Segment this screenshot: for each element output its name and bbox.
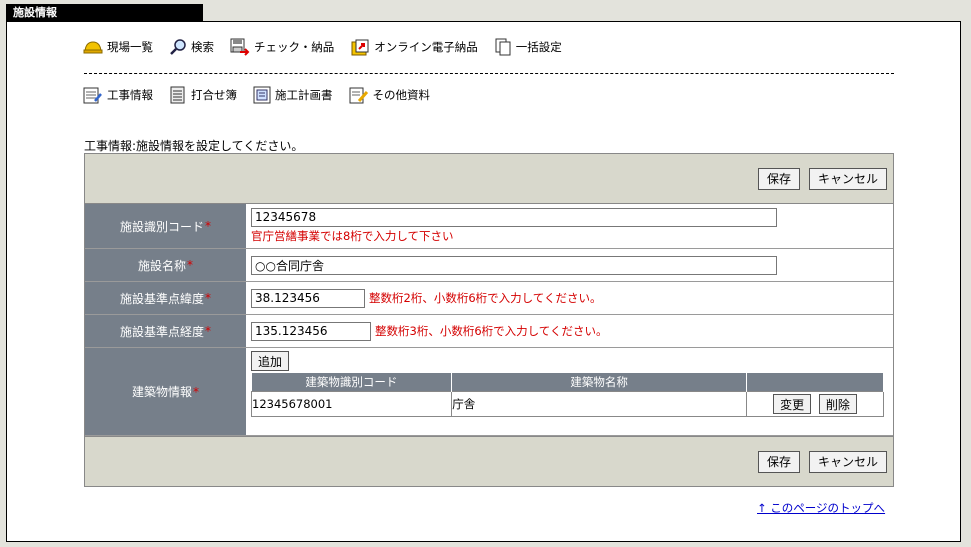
nav-label: 一括設定 — [515, 40, 562, 54]
table-row: 12345678001 庁舎 変更 削除 — [250, 391, 885, 417]
field-label: 施設基準点緯度 * — [85, 282, 246, 314]
buildings-table-header: 建築物識別コード 建築物名称 — [251, 373, 885, 392]
facility-code-input[interactable] — [251, 207, 777, 227]
nav-label: チェック・納品 — [254, 40, 335, 54]
secondary-nav: 工事情報 打合せ簿 施工計画書 その他資料 — [83, 86, 446, 104]
disk-check-icon — [230, 38, 250, 56]
col-building-code: 建築物識別コード — [251, 373, 453, 392]
required-mark: * — [187, 258, 193, 272]
edit-button[interactable]: 変更 — [773, 394, 812, 414]
construction-plan-icon — [253, 86, 271, 104]
nav-construction-plan[interactable]: 施工計画書 — [253, 86, 333, 104]
nav-bulk-settings[interactable]: 一括設定 — [494, 38, 562, 56]
hardhat-icon — [83, 41, 103, 54]
nav-meeting-record[interactable]: 打合せ簿 — [169, 86, 237, 104]
page-top-link[interactable]: ↑ このページのトップへ — [757, 500, 885, 516]
nav-label: 工事情報 — [107, 88, 153, 102]
save-button[interactable]: 保存 — [757, 450, 800, 473]
nav-label: 施工計画書 — [275, 88, 333, 102]
copy-document-icon — [495, 38, 511, 56]
required-mark: * — [205, 219, 211, 233]
nav-other-documents[interactable]: その他資料 — [349, 86, 431, 104]
nav-label: 打合せ簿 — [191, 88, 237, 102]
other-documents-icon — [349, 87, 368, 104]
nav-label: その他資料 — [372, 88, 431, 102]
field-label: 施設基準点経度 * — [85, 315, 246, 347]
nav-label: 検索 — [191, 40, 214, 54]
facility-code-hint: 官庁営繕事業では8桁で入力して下さい — [251, 228, 454, 243]
save-button[interactable]: 保存 — [757, 167, 800, 190]
longitude-hint: 整数桁3桁、小数桁6桁で入力してください。 — [375, 324, 608, 338]
required-mark: * — [205, 291, 211, 305]
nav-label: オンライン電子納品 — [374, 40, 478, 54]
field-label: 建築物情報 * — [85, 348, 246, 435]
facility-name-input[interactable] — [251, 255, 777, 275]
required-mark: * — [193, 384, 199, 399]
field-label: 施設識別コード * — [85, 204, 246, 248]
content-panel: 現場一覧 検索 チェック・納品 オンライン電子納品 一括設定 工事情報 打合せ簿 — [6, 21, 961, 542]
meeting-record-icon — [170, 86, 185, 104]
row-buildings: 建築物情報 * 追加 建築物識別コード 建築物名称 12345678001 庁舎… — [85, 348, 893, 436]
nav-online-delivery[interactable]: オンライン電子納品 — [350, 38, 478, 56]
primary-nav: 現場一覧 検索 チェック・納品 オンライン電子納品 一括設定 — [83, 38, 578, 56]
row-longitude: 施設基準点経度* 整数桁3桁、小数桁6桁で入力してください。 — [85, 315, 893, 348]
instruction-text: 工事情報:施設情報を設定してください。 — [84, 139, 304, 153]
latitude-input[interactable] — [251, 288, 365, 308]
nav-search[interactable]: 検索 — [169, 38, 214, 56]
col-building-name: 建築物名称 — [451, 373, 747, 392]
magnifier-icon — [170, 39, 186, 55]
top-button-bar: 保存 キャンセル — [85, 154, 893, 204]
facility-form: 保存 キャンセル 施設識別コード* 官庁営繕事業では8桁で入力して下さい 施設名… — [84, 153, 894, 487]
nav-divider — [84, 73, 894, 74]
row-facility-code: 施設識別コード* 官庁営繕事業では8桁で入力して下さい — [85, 204, 893, 249]
nav-check-delivery[interactable]: チェック・納品 — [230, 38, 334, 56]
col-actions — [746, 373, 885, 392]
row-facility-name: 施設名称 * — [85, 249, 893, 282]
nav-label: 現場一覧 — [107, 40, 153, 54]
nav-site-list[interactable]: 現場一覧 — [83, 39, 153, 55]
building-code-cell: 12345678001 — [250, 391, 453, 417]
delete-button[interactable]: 削除 — [818, 394, 857, 414]
bottom-button-bar: 保存 キャンセル — [85, 436, 893, 486]
longitude-input[interactable] — [251, 321, 371, 341]
field-label: 施設名称 * — [85, 249, 246, 281]
building-name-cell: 庁舎 — [451, 391, 747, 417]
cancel-button[interactable]: キャンセル — [808, 450, 887, 473]
construction-info-icon — [83, 87, 102, 104]
online-delivery-icon — [351, 39, 369, 56]
nav-construction-info[interactable]: 工事情報 — [83, 86, 153, 104]
section-tab-title: 施設情報 — [6, 4, 203, 21]
add-building-button[interactable]: 追加 — [251, 351, 290, 371]
cancel-button[interactable]: キャンセル — [808, 167, 887, 190]
buildings-table: 建築物識別コード 建築物名称 12345678001 庁舎 変更 削除 — [250, 373, 885, 417]
row-latitude: 施設基準点緯度* 整数桁2桁、小数桁6桁で入力してください。 — [85, 282, 893, 315]
required-mark: * — [205, 324, 211, 338]
latitude-hint: 整数桁2桁、小数桁6桁で入力してください。 — [369, 291, 602, 305]
actions-cell: 変更 削除 — [745, 391, 885, 417]
